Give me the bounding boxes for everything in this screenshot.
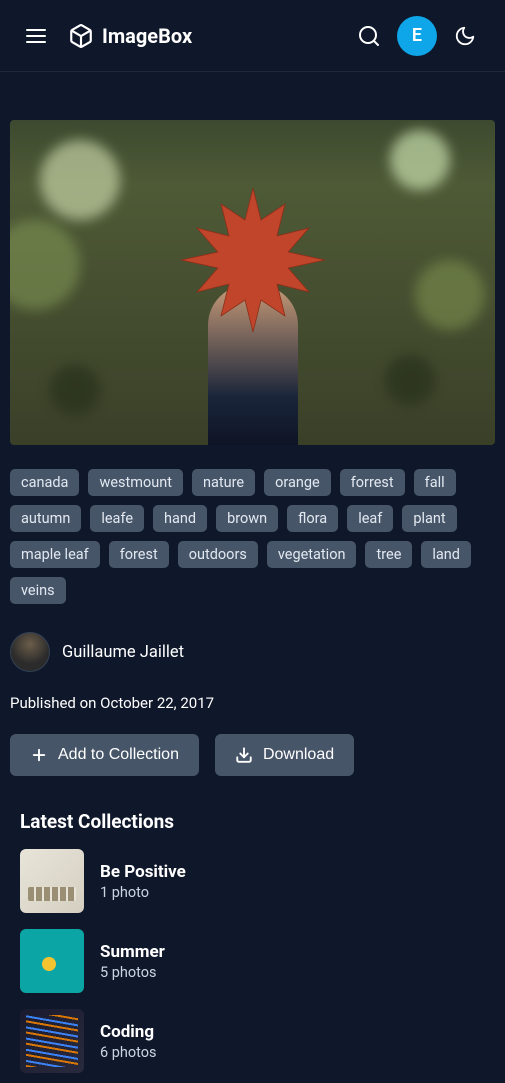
- action-buttons: Add to Collection Download: [10, 734, 495, 776]
- tag-autumn[interactable]: autumn: [10, 505, 81, 532]
- tag-leafe[interactable]: leafe: [90, 505, 144, 532]
- tag-plant[interactable]: plant: [402, 505, 456, 532]
- tag-outdoors[interactable]: outdoors: [178, 541, 258, 568]
- tag-veins[interactable]: veins: [10, 577, 66, 604]
- maple-leaf-in-photo: [173, 180, 333, 340]
- avatar-initial: E: [412, 25, 422, 46]
- collection-thumbnail: [20, 929, 84, 993]
- collection-count: 5 photos: [100, 964, 165, 981]
- tag-leaf[interactable]: leaf: [347, 505, 393, 532]
- box-icon: [68, 23, 94, 49]
- collection-thumbnail: [20, 1009, 84, 1073]
- tag-list: canada westmount nature orange forrest fall au…: [10, 469, 495, 604]
- tag-nature[interactable]: nature: [192, 469, 255, 496]
- collection-text: Be Positive 1 photo: [100, 862, 186, 901]
- tag-land[interactable]: land: [421, 541, 471, 568]
- brand-name: ImageBox: [102, 24, 192, 48]
- tag-hand[interactable]: hand: [153, 505, 207, 532]
- download-icon: [235, 746, 253, 764]
- tag-tree[interactable]: tree: [365, 541, 412, 568]
- tag-westmount[interactable]: westmount: [88, 469, 183, 496]
- latest-collections-title: Latest Collections: [20, 810, 495, 833]
- collection-text: Summer 5 photos: [100, 942, 165, 981]
- add-button-label: Add to Collection: [58, 746, 179, 764]
- user-avatar[interactable]: E: [397, 16, 437, 56]
- collection-text: Coding 6 photos: [100, 1022, 157, 1061]
- tag-fall[interactable]: fall: [414, 469, 456, 496]
- theme-toggle[interactable]: [445, 16, 485, 56]
- menu-button[interactable]: [20, 20, 52, 52]
- brand-logo[interactable]: ImageBox: [68, 23, 192, 49]
- download-button-label: Download: [263, 746, 334, 764]
- collection-title: Summer: [100, 942, 165, 962]
- collection-item[interactable]: Summer 5 photos: [20, 929, 495, 993]
- tag-brown[interactable]: brown: [216, 505, 278, 532]
- main-content: canada westmount nature orange forrest fall au…: [0, 72, 505, 1083]
- hero-image[interactable]: [10, 120, 495, 445]
- collection-title: Coding: [100, 1022, 157, 1042]
- author-row: Guillaume Jaillet: [10, 632, 495, 672]
- download-button[interactable]: Download: [215, 734, 354, 776]
- tag-maple-leaf[interactable]: maple leaf: [10, 541, 100, 568]
- author-avatar[interactable]: [10, 632, 50, 672]
- author-name[interactable]: Guillaume Jaillet: [62, 643, 184, 662]
- publish-date: Published on October 22, 2017: [10, 694, 495, 712]
- collection-item[interactable]: Coding 6 photos: [20, 1009, 495, 1073]
- tag-canada[interactable]: canada: [10, 469, 79, 496]
- collection-title: Be Positive: [100, 862, 186, 882]
- collection-item[interactable]: Be Positive 1 photo: [20, 849, 495, 913]
- app-header: ImageBox E: [0, 0, 505, 72]
- tag-orange[interactable]: orange: [264, 469, 331, 496]
- tag-flora[interactable]: flora: [287, 505, 338, 532]
- collection-thumbnail: [20, 849, 84, 913]
- hamburger-icon: [24, 24, 48, 48]
- collection-count: 1 photo: [100, 884, 186, 901]
- tag-vegetation[interactable]: vegetation: [267, 541, 357, 568]
- add-to-collection-button[interactable]: Add to Collection: [10, 734, 199, 776]
- collection-count: 6 photos: [100, 1044, 157, 1061]
- tag-forest[interactable]: forest: [109, 541, 169, 568]
- search-icon: [357, 24, 381, 48]
- tag-forrest[interactable]: forrest: [340, 469, 405, 496]
- collections-list: Be Positive 1 photo Summer 5 photos Coding 6 …: [10, 849, 495, 1073]
- plus-icon: [30, 746, 48, 764]
- search-button[interactable]: [349, 16, 389, 56]
- moon-icon: [454, 25, 476, 47]
